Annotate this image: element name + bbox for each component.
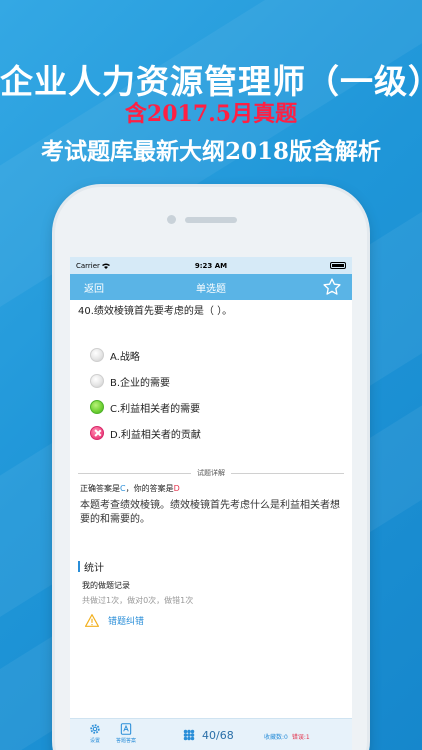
stats-header: 统计 [78, 559, 344, 574]
answer-summary: 正确答案是C，你的答案是D [70, 478, 352, 494]
report-error-label: 错题纠错 [108, 617, 145, 627]
phone-speaker [185, 217, 237, 223]
warning-icon [85, 614, 99, 627]
status-bar: Carrier 9:23 AM [70, 257, 352, 274]
status-time: 9:23 AM [194, 261, 228, 270]
record-text: 共做过1次，做对0次，做错1次 [82, 596, 194, 605]
phone-camera [167, 215, 176, 224]
answer-sheet-label: 答题答案 [116, 738, 137, 744]
counts: 收藏数:0 错误:1 [264, 732, 310, 741]
correct-answer-prefix: 正确答案是 [80, 484, 120, 493]
grid-icon [183, 729, 195, 741]
star-outline-icon[interactable] [322, 277, 342, 297]
option-label: A.战略 [110, 351, 140, 363]
promo-subtitle-red: 含2017.5月真题 [124, 101, 298, 127]
report-error-button[interactable]: 错题纠错 [70, 606, 352, 627]
record-label: 我的做题记录 [82, 581, 130, 590]
app-screen: Carrier 9:23 AM 返回 单选题 40.绩效棱镜首先要考虑的是（ ）… [70, 257, 352, 750]
answer-sheet-tab[interactable]: 答题答案 [116, 722, 136, 744]
section-marker [78, 561, 80, 572]
detail-section-title: 试题详解 [197, 469, 225, 477]
question-text: 40.绩效棱镜首先要考虑的是（ ）。 [78, 306, 233, 317]
question-progress[interactable]: 40/68 [182, 728, 234, 742]
detail-divider: 试题详解 [78, 468, 344, 478]
radio-correct-icon [90, 400, 104, 414]
radio-wrong-icon [90, 426, 104, 440]
gear-icon [90, 724, 100, 734]
option-label: C.利益相关者的需要 [110, 403, 201, 415]
stats-title: 统计 [84, 563, 104, 574]
your-answer: D [173, 484, 180, 493]
option-list: A.战略 B.企业的需要 C.利益相关者的需要 D.利益相关者的贡献 [70, 342, 352, 446]
favorites-count: 收藏数:0 [264, 734, 288, 741]
back-button[interactable]: 返回 [84, 280, 104, 295]
option-c[interactable]: C.利益相关者的需要 [70, 394, 352, 420]
battery-icon [330, 262, 346, 269]
nav-title: 单选题 [196, 283, 226, 295]
option-label: D.利益相关者的贡献 [110, 429, 201, 441]
radio-unselected-icon [90, 348, 104, 362]
progress-text: 40/68 [202, 728, 234, 742]
option-a[interactable]: A.战略 [70, 342, 352, 368]
your-answer-prefix: ，你的答案是 [125, 484, 174, 493]
option-label: B.企业的需要 [110, 377, 171, 389]
bottom-tab-bar: 设置 答题答案 40/68 收藏数:0 错误:1 [70, 718, 352, 750]
option-d[interactable]: D.利益相关者的贡献 [70, 420, 352, 446]
promo-subtitle: 考试题库最新大纲2018版含解析 [40, 138, 381, 165]
nav-bar: 返回 单选题 [70, 274, 352, 300]
answer-sheet-icon [120, 723, 132, 735]
radio-unselected-icon [90, 374, 104, 388]
explanation-text: 本题考查绩效棱镜。绩效棱镜首先考虑什么是利益相关者想要的和需要的。 [80, 500, 340, 525]
option-b[interactable]: B.企业的需要 [70, 368, 352, 394]
settings-tab[interactable]: 设置 [88, 722, 102, 744]
errors-count: 错误:1 [291, 734, 310, 741]
settings-label: 设置 [89, 738, 100, 744]
